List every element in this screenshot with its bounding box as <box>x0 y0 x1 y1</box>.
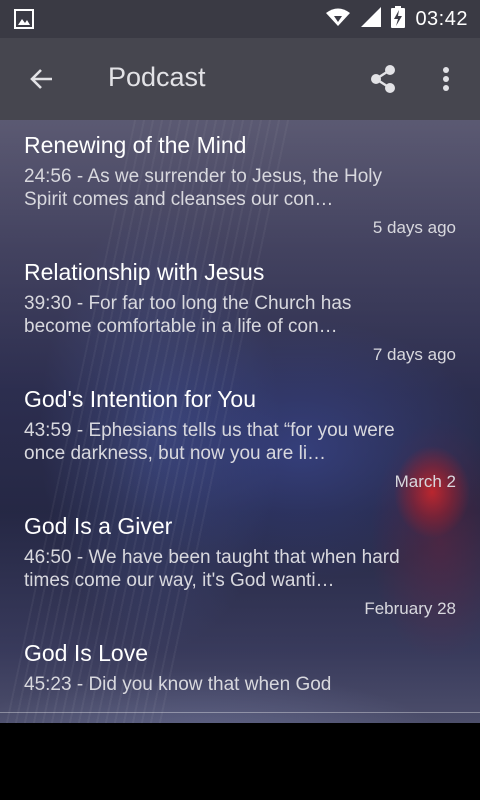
episode-duration: 43:59 <box>24 420 72 441</box>
episode-summary: Did you know that when God <box>88 674 332 695</box>
more-options-button[interactable] <box>426 58 466 100</box>
episode-summary: Ephesians tells us that “for you were on… <box>24 420 395 464</box>
episode-title: Relationship with Jesus <box>24 259 265 285</box>
episode-duration: 45:23 <box>24 674 72 695</box>
list-divider <box>0 712 480 713</box>
page-title: Podcast <box>108 62 206 92</box>
back-button[interactable] <box>20 59 64 99</box>
episode-list: Renewing of the Mind 24:56 - As we surre… <box>0 120 480 723</box>
episode-title: God Is a Giver <box>24 513 173 539</box>
list-item[interactable]: God's Intention for You 43:59 - Ephesian… <box>0 374 480 501</box>
list-item[interactable]: Renewing of the Mind 24:56 - As we surre… <box>0 120 480 247</box>
episode-duration: 24:56 <box>24 166 72 187</box>
share-button[interactable] <box>360 58 406 100</box>
navigation-bar-area <box>0 723 480 800</box>
episode-date: 5 days ago <box>372 218 456 237</box>
episode-date: March 2 <box>394 472 456 491</box>
episode-duration: 46:50 <box>24 547 72 568</box>
episode-description: 43:59 - Ephesians tells us that “for you… <box>24 420 395 464</box>
wifi-icon <box>325 7 351 32</box>
episode-title: Renewing of the Mind <box>24 132 247 158</box>
episode-date: 7 days ago <box>372 345 456 364</box>
cell-signal-icon <box>361 6 382 32</box>
episode-date: February 28 <box>364 599 456 618</box>
image-notification-icon <box>14 9 34 34</box>
episode-summary: As we surrender to Jesus, the Holy Spiri… <box>24 166 383 210</box>
arrow-back-icon <box>30 69 52 89</box>
episode-duration: 39:30 <box>24 293 72 314</box>
episode-summary: For far too long the Church has become c… <box>24 293 352 337</box>
app-bar: Podcast <box>0 38 480 120</box>
battery-charging-icon <box>391 5 406 33</box>
share-icon <box>371 65 395 93</box>
list-item[interactable]: God Is a Giver 46:50 - We have been taug… <box>0 501 480 628</box>
episode-title: God Is Love <box>24 640 149 666</box>
more-vert-icon <box>443 67 449 91</box>
episode-list-container[interactable]: Renewing of the Mind 24:56 - As we surre… <box>0 120 480 723</box>
episode-description: 24:56 - As we surrender to Jesus, the Ho… <box>24 166 383 210</box>
list-item[interactable]: God Is Love 45:23 - Did you know that wh… <box>0 628 480 723</box>
episode-title: God's Intention for You <box>24 386 257 412</box>
status-bar: 03:42 <box>0 0 480 38</box>
episode-description: 45:23 - Did you know that when God <box>24 674 332 695</box>
episode-description: 39:30 - For far too long the Church has … <box>24 293 352 337</box>
episode-summary: We have been taught that when hard times… <box>24 547 400 591</box>
status-right: 03:42 <box>325 0 468 38</box>
list-item[interactable]: Relationship with Jesus 39:30 - For far … <box>0 247 480 374</box>
clock: 03:42 <box>415 7 468 30</box>
episode-description: 46:50 - We have been taught that when ha… <box>24 547 400 591</box>
